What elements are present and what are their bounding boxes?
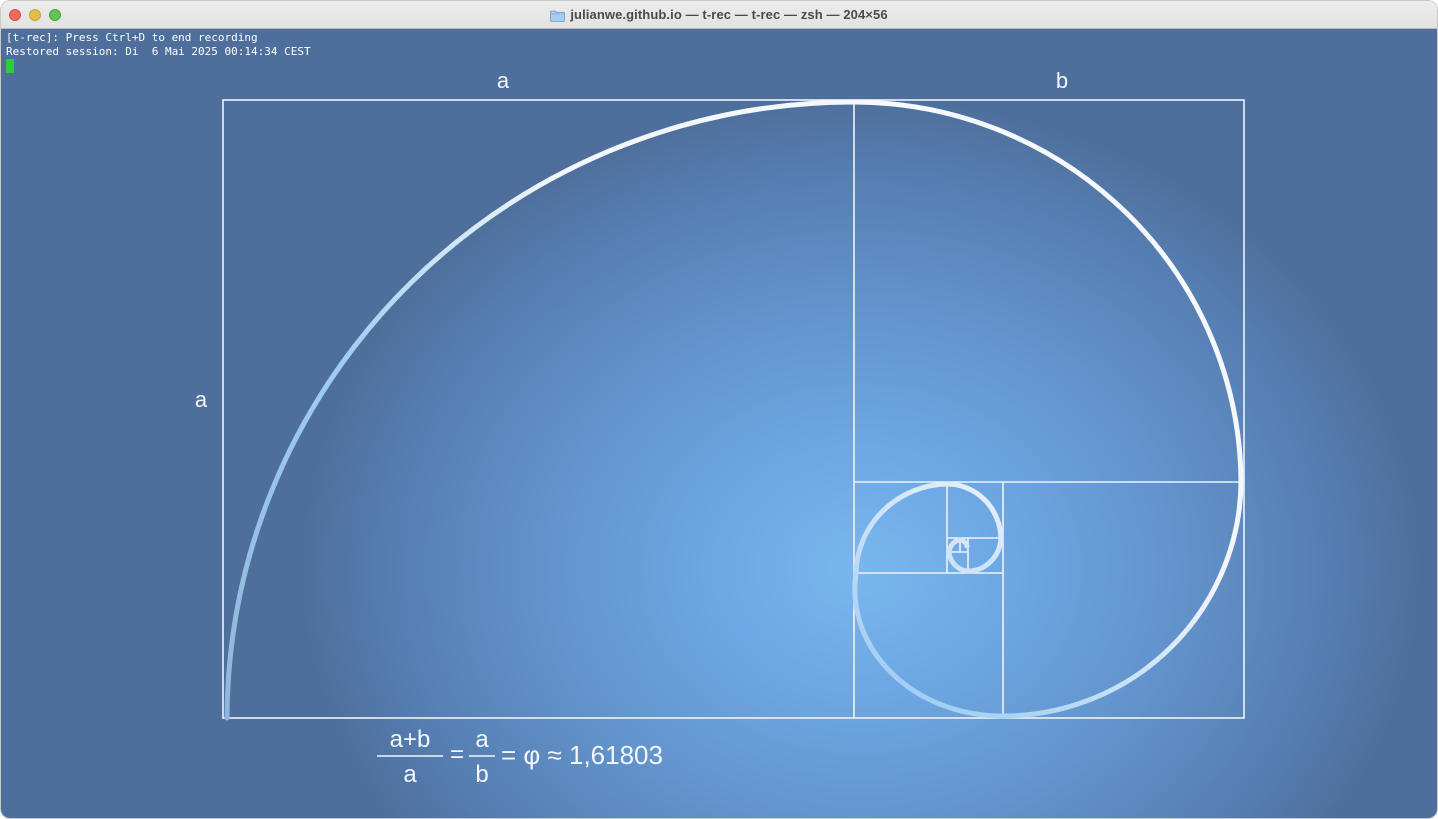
- golden-spiral: [224, 99, 1244, 721]
- outer-rectangle: [222, 99, 1245, 719]
- window-title: julianwe.github.io — t-rec — t-rec — zsh…: [570, 7, 888, 22]
- formula-fraction2-denominator: b: [475, 761, 488, 788]
- terminal-content[interactable]: [t-rec]: Press Ctrl+D to end recording R…: [1, 29, 1437, 818]
- formula-tail: = φ ≈ 1,61803: [501, 740, 663, 770]
- formula-equals: =: [450, 741, 464, 768]
- top-label-b: b: [1056, 68, 1068, 93]
- golden-rectangles: [222, 99, 1245, 719]
- formula-fraction1-numerator: a+b: [390, 726, 431, 753]
- golden-ratio-formula: a+b a = a b = φ ≈ 1,61803: [377, 726, 663, 788]
- title-bar[interactable]: julianwe.github.io — t-rec — t-rec — zsh…: [1, 1, 1437, 29]
- terminal-window: julianwe.github.io — t-rec — t-rec — zsh…: [0, 0, 1438, 819]
- top-label-a: a: [497, 68, 510, 93]
- golden-ratio-figure: a b a a+b a = a b = φ ≈ 1,61803: [195, 68, 1245, 788]
- folder-icon: [550, 9, 566, 22]
- formula-fraction2-numerator: a: [475, 726, 489, 753]
- window-title-group: julianwe.github.io — t-rec — t-rec — zsh…: [1, 1, 1437, 28]
- side-label-a: a: [195, 387, 208, 412]
- formula-fraction1-denominator: a: [403, 761, 417, 788]
